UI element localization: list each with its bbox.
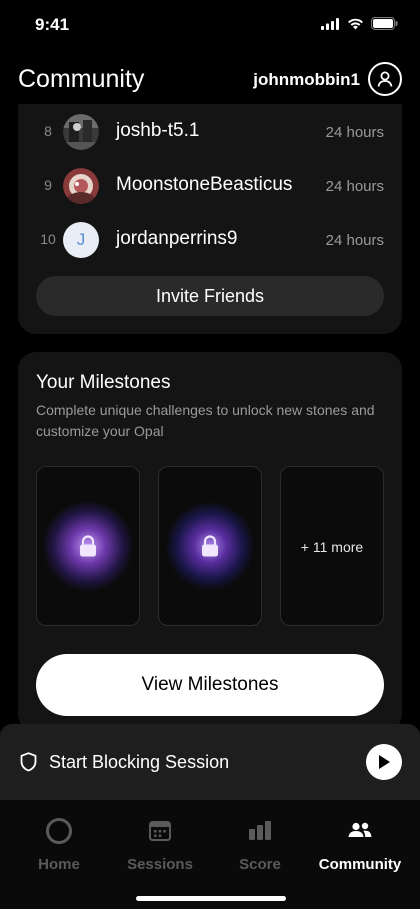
tab-community[interactable]: Community	[310, 816, 410, 873]
username: joshb-t5.1	[116, 120, 200, 141]
people-icon	[348, 822, 372, 837]
leaderboard-row[interactable]: 10 J jordanperrins9 24 hours	[18, 220, 402, 260]
leaderboard-card: 8 joshb-t5.1 24 hours 9 MoonstoneBeastic…	[18, 104, 402, 334]
tab-label: Sessions	[127, 856, 193, 873]
time-value: 24 hours	[325, 124, 384, 141]
battery-icon	[371, 17, 398, 30]
leaderboard-row[interactable]: 8 joshb-t5.1 24 hours	[18, 112, 402, 152]
rank-label: 10	[40, 231, 56, 247]
tab-label: Score	[239, 856, 281, 873]
user-avatar	[63, 168, 99, 204]
person-icon	[377, 71, 393, 87]
invite-friends-button[interactable]: Invite Friends	[36, 276, 384, 316]
tab-label: Home	[38, 856, 80, 873]
milestone-tile-locked[interactable]	[36, 466, 140, 626]
page-title: Community	[18, 65, 145, 93]
more-milestones-label: + 11 more	[300, 539, 364, 555]
status-icons	[321, 17, 398, 30]
time-value: 24 hours	[325, 232, 384, 249]
milestone-tile-locked[interactable]	[158, 466, 262, 626]
bar-chart-icon	[249, 821, 271, 840]
profile-button[interactable]	[368, 62, 402, 96]
rank-label: 8	[44, 123, 52, 139]
avatar-initial: J	[76, 230, 86, 249]
wifi-icon	[348, 18, 363, 29]
header: Community johnmobbin1	[0, 56, 420, 104]
rank-label: 9	[44, 177, 52, 193]
milestones-title: Your Milestones	[36, 372, 171, 393]
milestone-tile-more[interactable]: + 11 more	[280, 466, 384, 626]
tab-home[interactable]: Home	[9, 816, 109, 873]
milestones-description: Complete unique challenges to unlock new…	[36, 402, 375, 439]
username-label[interactable]: johnmobbin1	[253, 70, 360, 90]
home-ring-icon	[46, 818, 72, 844]
time-value: 24 hours	[325, 178, 384, 195]
lock-icon	[80, 535, 96, 557]
home-indicator	[136, 896, 286, 901]
lock-icon	[202, 535, 218, 557]
play-icon	[379, 755, 390, 769]
tab-label: Community	[318, 856, 402, 873]
play-button[interactable]	[366, 744, 402, 780]
tab-sessions[interactable]: Sessions	[110, 816, 210, 873]
tab-score[interactable]: Score	[210, 816, 310, 873]
leaderboard-row[interactable]: 9 MoonstoneBeasticus 24 hours	[18, 166, 402, 206]
start-blocking-label: Start Blocking Session	[49, 752, 230, 772]
start-blocking-bar[interactable]: Start Blocking Session	[0, 724, 420, 800]
signal-icon	[321, 17, 339, 30]
initial-avatar: J	[63, 222, 99, 258]
view-milestones-button[interactable]: View Milestones	[36, 654, 384, 716]
username: jordanperrins9	[116, 228, 238, 249]
username: MoonstoneBeasticus	[116, 174, 293, 195]
milestones-card: Your Milestones Complete unique challeng…	[18, 352, 402, 732]
tab-bar: Home Sessions Score Community	[0, 800, 420, 909]
status-bar: 9:41	[0, 0, 420, 50]
shield-icon	[20, 752, 37, 772]
calendar-icon	[149, 821, 171, 841]
status-time: 9:41	[35, 15, 70, 34]
user-avatar	[63, 114, 99, 150]
